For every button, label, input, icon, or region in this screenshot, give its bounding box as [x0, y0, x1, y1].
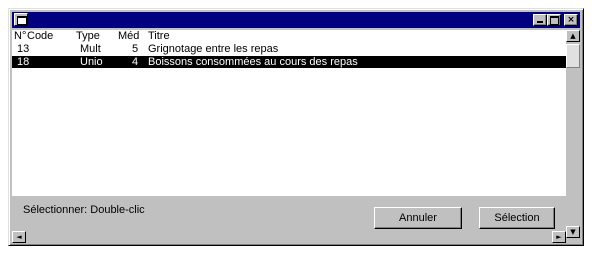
cancel-button[interactable]: Annuler	[374, 207, 462, 229]
header-num[interactable]: N°	[14, 30, 26, 42]
cell-type: Mult	[80, 43, 101, 55]
cell-titre: Boissons consommées au cours des repas	[148, 56, 358, 68]
dialog-window: × N° Code Type Méd Titre 13 Mult 5 Grign…	[8, 8, 584, 246]
header-type[interactable]: Type	[76, 30, 100, 42]
scroll-left-icon[interactable]: ◄	[12, 231, 26, 243]
header-med[interactable]: Méd	[118, 30, 139, 42]
list-row-selected[interactable]: 18 Unio 4 Boissons consommées au cours d…	[12, 56, 566, 68]
maximize-button[interactable]	[547, 14, 561, 26]
close-button[interactable]: ×	[564, 14, 578, 26]
cell-type: Unio	[80, 56, 103, 68]
vertical-scrollbar[interactable]: ▲ ▼	[566, 30, 580, 240]
scroll-thumb[interactable]	[566, 44, 580, 68]
scroll-up-icon[interactable]: ▲	[566, 30, 580, 42]
horizontal-scrollbar[interactable]: ◄ ►	[12, 231, 566, 243]
header-code[interactable]: Code	[27, 30, 53, 42]
scroll-right-icon[interactable]: ►	[552, 231, 566, 243]
cell-titre: Grignotage entre les repas	[148, 43, 279, 55]
status-text: Sélectionner: Double-clic	[23, 204, 145, 216]
select-button[interactable]: Sélection	[479, 207, 555, 229]
list-row[interactable]: 13 Mult 5 Grignotage entre les repas	[12, 43, 566, 55]
scroll-down-icon[interactable]: ▼	[566, 226, 580, 238]
minimize-button[interactable]	[533, 14, 547, 26]
list-header: N° Code Type Méd Titre	[12, 30, 566, 42]
header-titre[interactable]: Titre	[148, 30, 170, 42]
question-list[interactable]: N° Code Type Méd Titre 13 Mult 5 Grignot…	[12, 30, 566, 196]
system-menu-icon[interactable]	[14, 13, 28, 26]
cell-code: 18	[17, 56, 30, 68]
cell-code: 13	[17, 43, 30, 55]
title-bar[interactable]: ×	[12, 12, 580, 28]
